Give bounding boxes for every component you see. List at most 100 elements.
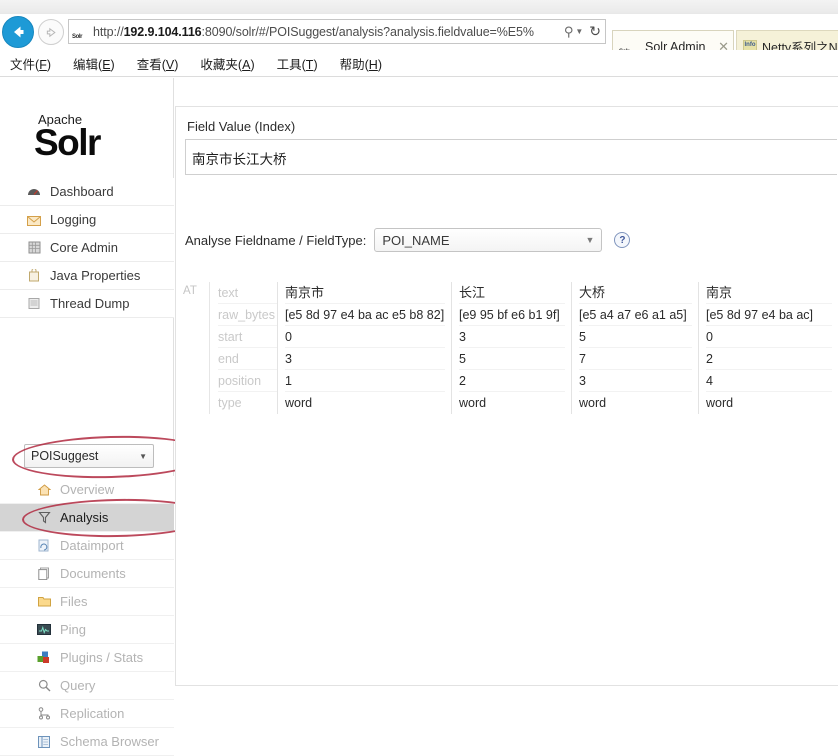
sidebar-item-logging[interactable]: Logging (0, 206, 174, 234)
token-position: 3 (579, 370, 692, 392)
solr-sun-icon (98, 104, 156, 156)
analyse-fieldname-label: Analyse Fieldname / FieldType: (185, 232, 367, 248)
browser-chrome: Solr http://192.9.104.116:8090/solr/#/PO… (0, 0, 838, 78)
token-end: 2 (706, 348, 832, 370)
sidebar-item-documents[interactable]: Documents (0, 560, 174, 588)
menu-help[interactable]: 帮助(H) (340, 54, 382, 73)
token-end: 3 (285, 348, 445, 370)
token-raw-bytes: [e5 8d 97 e4 ba ac e5 b8 82] (285, 304, 445, 326)
token-position: 1 (285, 370, 445, 392)
url-text: http://192.9.104.116:8090/solr/#/POISugg… (93, 24, 534, 39)
core-selector-value: POISuggest (31, 449, 99, 463)
window-title-strip (0, 0, 838, 14)
token-position: 2 (459, 370, 565, 392)
help-icon[interactable]: ? (614, 232, 631, 248)
attribute-label: start (218, 326, 277, 348)
global-nav: Dashboard Logging Core Admin Java Proper… (0, 178, 174, 318)
sidebar-item-label: Core Admin (50, 240, 118, 255)
attribute-label: type (218, 396, 242, 410)
token-start: 0 (706, 326, 832, 348)
sidebar-item-label: Thread Dump (50, 296, 130, 311)
menu-view[interactable]: 查看(V) (137, 54, 179, 73)
token-text: 大桥 (579, 282, 692, 304)
sidebar-item-plugins-stats[interactable]: Plugins / Stats (0, 644, 174, 672)
token-text: 长江 (459, 282, 565, 304)
core-selector-wrap: POISuggest ▼ (24, 444, 154, 468)
ping-icon (36, 622, 52, 638)
field-value-label: Field Value (Index) (187, 119, 296, 134)
reload-icon[interactable]: ↻ (589, 23, 601, 40)
token-column: 长江 [e9 95 bf e6 b1 9f] 3 5 2 word (451, 282, 571, 414)
chevron-down-icon: ▼ (139, 451, 147, 461)
token-end: 5 (459, 348, 565, 370)
sidebar-item-thread-dump[interactable]: Thread Dump (0, 290, 174, 318)
thread-dump-icon (26, 296, 42, 312)
sidebar-item-label: Schema Browser (60, 734, 159, 749)
sidebar-item-label: Overview (60, 482, 115, 497)
fieldtype-value: POI_NAME (382, 232, 450, 248)
solr-favicon-icon: Solr (72, 23, 88, 40)
sidebar-item-dataimport[interactable]: Dataimport (0, 532, 174, 560)
sidebar-item-query[interactable]: Query (0, 672, 174, 700)
plugins-icon (36, 650, 52, 666)
forward-button[interactable] (38, 19, 64, 45)
search-icon[interactable]: ⚲ (564, 24, 574, 40)
token-raw-bytes: [e9 95 bf e6 b1 9f] (459, 304, 565, 326)
sidebar-item-core-admin[interactable]: Core Admin (0, 234, 174, 262)
menu-file[interactable]: 文件(F) (10, 54, 51, 73)
schema-icon (36, 734, 52, 750)
attribute-label: raw_bytes (218, 304, 277, 326)
menu-tools[interactable]: 工具(T) (277, 54, 318, 73)
search-dropdown-caret-icon[interactable]: ▼ (575, 27, 583, 36)
sidebar-item-dashboard[interactable]: Dashboard (0, 178, 174, 206)
solr-logo[interactable]: Apache Solr (22, 102, 162, 170)
java-properties-icon (26, 268, 42, 284)
home-icon (36, 482, 52, 498)
sidebar-item-label: Analysis (60, 510, 109, 525)
token-type: word (285, 396, 313, 410)
sidebar-item-label: Documents (60, 566, 126, 581)
logging-icon (26, 212, 42, 228)
sidebar-item-java-properties[interactable]: Java Properties (0, 262, 174, 290)
dataimport-icon (36, 538, 52, 554)
sidebar-item-label: Query (60, 678, 96, 693)
sidebar-item-label: Ping (60, 622, 87, 637)
menu-favorites[interactable]: 收藏夹(A) (200, 54, 254, 73)
analysis-results-table: AT text raw_bytes start end position typ… (183, 282, 838, 414)
back-arrow-icon (14, 26, 24, 38)
sidebar-item-label: Files (60, 594, 88, 609)
address-bar[interactable]: Solr http://192.9.104.116:8090/solr/#/PO… (68, 19, 606, 44)
core-admin-icon (26, 240, 42, 256)
token-column: 大桥 [e5 a4 a7 e6 a1 a5] 5 7 3 word (571, 282, 698, 414)
sidebar-item-label: Dataimport (60, 538, 124, 553)
attribute-label: text (218, 282, 277, 304)
token-raw-bytes: [e5 a4 a7 e6 a1 a5] (579, 304, 692, 326)
token-column: 南京 [e5 8d 97 e4 ba ac] 0 2 4 word (698, 282, 838, 414)
analysis-stage-label: AT (183, 285, 197, 297)
sidebar-item-label: Replication (60, 706, 125, 721)
browser-menu-bar: 文件(F) 编辑(E) 查看(V) 收藏夹(A) 工具(T) 帮助(H) (0, 50, 838, 77)
back-button[interactable] (2, 16, 34, 48)
analyse-fieldname-row: Analyse Fieldname / FieldType: POI_NAME … (185, 225, 837, 255)
menu-edit[interactable]: 编辑(E) (73, 54, 115, 73)
url-host: 192.9.104.116 (123, 24, 202, 39)
sidebar-item-overview[interactable]: Overview (0, 476, 174, 504)
fieldtype-select[interactable]: POI_NAME ▼ (374, 228, 603, 252)
logo-solr-text: Solr (34, 122, 101, 163)
main-panel: Field Value (Index) 南京市长江大桥 Analyse Fiel… (175, 106, 838, 686)
browser-navigation-row: Solr http://192.9.104.116:8090/solr/#/PO… (0, 14, 838, 62)
field-value-input[interactable]: 南京市长江大桥 (185, 139, 837, 175)
sidebar-item-replication[interactable]: Replication (0, 700, 174, 728)
token-raw-bytes: [e5 8d 97 e4 ba ac] (706, 304, 832, 326)
token-column: 南京市 [e5 8d 97 e4 ba ac e5 b8 82] 0 3 1 w… (277, 282, 451, 414)
sidebar-item-analysis[interactable]: Analysis (0, 504, 174, 532)
sidebar-item-schema-browser[interactable]: Schema Browser (0, 728, 174, 756)
token-position: 4 (706, 370, 832, 392)
sidebar-item-files[interactable]: Files (0, 588, 174, 616)
documents-icon (36, 566, 52, 582)
core-nav: Overview Analysis Dataimport Documents F… (0, 476, 174, 756)
funnel-icon (36, 510, 52, 526)
core-selector-dropdown[interactable]: POISuggest ▼ (24, 444, 154, 468)
sidebar-item-ping[interactable]: Ping (0, 616, 174, 644)
sidebar-item-label: Logging (50, 212, 97, 227)
